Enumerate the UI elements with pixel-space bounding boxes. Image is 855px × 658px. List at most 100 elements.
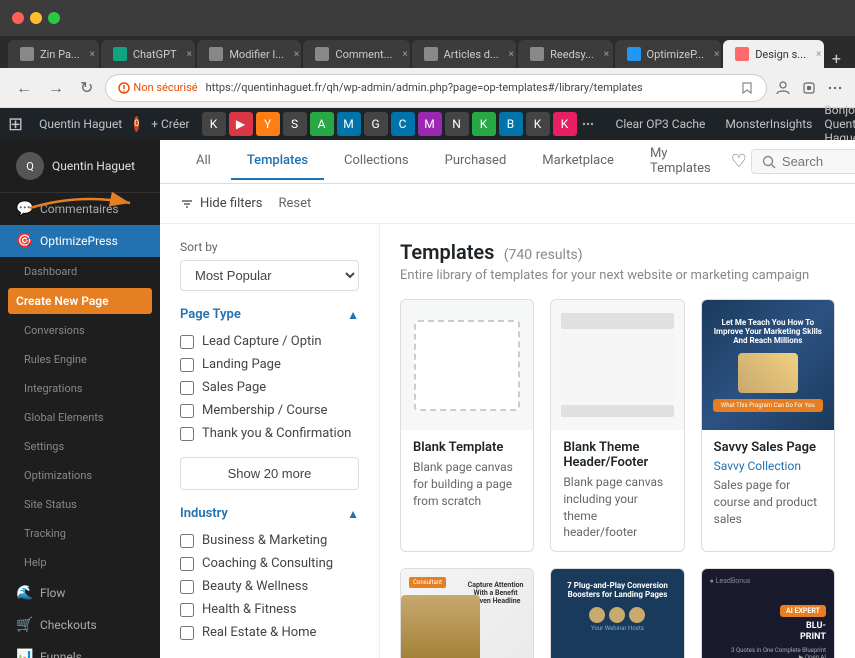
- toolbar-icon-4[interactable]: S: [283, 112, 307, 136]
- filter-option-lead-capture[interactable]: Lead Capture / Optin: [180, 330, 359, 353]
- extension-icon[interactable]: [801, 80, 817, 96]
- bookmark-icon[interactable]: [740, 81, 754, 95]
- more-toolbar-icon[interactable]: [580, 116, 596, 132]
- template-card-blank[interactable]: Blank Template Blank page canvas for bui…: [400, 299, 534, 552]
- user-icon[interactable]: [775, 80, 791, 96]
- wp-site-name[interactable]: Quentin Haguet: [31, 108, 130, 140]
- sidebar-item-help[interactable]: Help: [0, 548, 160, 577]
- toolbar-icon-14[interactable]: K: [553, 112, 577, 136]
- filter-checkbox[interactable]: [180, 335, 194, 349]
- filter-option-thankyou[interactable]: Thank you & Confirmation: [180, 422, 359, 445]
- wp-logo[interactable]: ⊞: [8, 114, 23, 135]
- sidebar-item-create-new-page[interactable]: Create New Page: [8, 288, 152, 314]
- back-button[interactable]: ←: [12, 74, 36, 102]
- tab-collections[interactable]: Collections: [328, 143, 425, 180]
- sidebar-item-conversions[interactable]: Conversions: [0, 316, 160, 345]
- tab-zinpa[interactable]: Zin Pa... ×: [8, 40, 99, 68]
- tab-close-icon[interactable]: ×: [402, 49, 407, 60]
- reset-button[interactable]: Reset: [279, 196, 312, 211]
- sidebar-item-settings[interactable]: Settings: [0, 432, 160, 461]
- sidebar-item-funnels[interactable]: 📊 Funnels: [0, 641, 160, 658]
- reload-button[interactable]: ↻: [76, 74, 97, 101]
- toolbar-icon-13[interactable]: K: [526, 112, 550, 136]
- search-input[interactable]: [782, 154, 855, 169]
- toolbar-icon-10[interactable]: N: [445, 112, 469, 136]
- tab-my-templates[interactable]: My Templates: [634, 140, 727, 188]
- tab-articles[interactable]: Articles d... ×: [412, 40, 517, 68]
- toolbar-icon-9[interactable]: M: [418, 112, 442, 136]
- new-tab-button[interactable]: +: [826, 49, 847, 68]
- tab-marketplace[interactable]: Marketplace: [526, 143, 630, 180]
- tab-close-icon[interactable]: ×: [90, 49, 95, 60]
- tab-optimizepress[interactable]: OptimizeP... ×: [615, 40, 722, 68]
- sidebar-item-tracking[interactable]: Tracking: [0, 519, 160, 548]
- search-box[interactable]: [751, 149, 855, 174]
- sidebar-item-integrations[interactable]: Integrations: [0, 374, 160, 403]
- filter-checkbox[interactable]: [180, 557, 194, 571]
- filter-checkbox[interactable]: [180, 427, 194, 441]
- template-card-conversion[interactable]: 7 Plug-and-Play Conversion Boosters for …: [550, 568, 684, 658]
- sidebar-item-optimizepress[interactable]: 🎯 OptimizePress: [0, 225, 160, 257]
- tab-design-active[interactable]: Design s... ×: [723, 40, 824, 68]
- toolbar-icon-8[interactable]: C: [391, 112, 415, 136]
- tab-close-icon[interactable]: ×: [604, 49, 609, 60]
- minimize-button[interactable]: [30, 12, 42, 24]
- favorites-heart-icon[interactable]: ♡: [731, 151, 747, 172]
- filter-checkbox[interactable]: [180, 626, 194, 640]
- url-bar[interactable]: Non sécurisé https://quentinhaguet.fr/qh…: [105, 74, 767, 102]
- sidebar-item-optimizations[interactable]: Optimizations: [0, 461, 160, 490]
- filter-checkbox[interactable]: [180, 603, 194, 617]
- toolbar-icon-12[interactable]: B: [499, 112, 523, 136]
- tab-chatgpt[interactable]: ChatGPT ×: [101, 40, 196, 68]
- close-button[interactable]: [12, 12, 24, 24]
- wp-insights-button[interactable]: MonsterInsights: [717, 108, 820, 140]
- filter-checkbox[interactable]: [180, 381, 194, 395]
- toolbar-icon-1[interactable]: K: [202, 112, 226, 136]
- tab-close-icon[interactable]: ×: [294, 49, 299, 60]
- tab-purchased[interactable]: Purchased: [429, 143, 523, 180]
- filter-checkbox[interactable]: [180, 358, 194, 372]
- toolbar-icon-5[interactable]: A: [310, 112, 334, 136]
- hide-filters-button[interactable]: Hide filters: [180, 196, 263, 211]
- tab-templates[interactable]: Templates: [231, 143, 324, 180]
- filter-option-sales-page[interactable]: Sales Page: [180, 376, 359, 399]
- tab-comment[interactable]: Comment... ×: [303, 40, 409, 68]
- tab-close-icon[interactable]: ×: [714, 49, 719, 60]
- maximize-button[interactable]: [48, 12, 60, 24]
- tab-close-icon[interactable]: ×: [509, 49, 514, 60]
- tab-all[interactable]: All: [180, 143, 227, 180]
- tab-close-icon[interactable]: ×: [187, 49, 192, 60]
- show-more-button[interactable]: Show 20 more: [180, 457, 359, 490]
- filter-checkbox[interactable]: [180, 534, 194, 548]
- wp-cache-button[interactable]: Clear OP3 Cache: [608, 108, 714, 140]
- toolbar-icon-11[interactable]: K: [472, 112, 496, 136]
- template-card-theme[interactable]: Blank Theme Header/Footer Blank page can…: [550, 299, 684, 552]
- industry-chevron-icon[interactable]: ▲: [347, 507, 359, 521]
- sort-select[interactable]: Most Popular Newest Oldest A-Z: [180, 260, 359, 291]
- template-card-capture[interactable]: Consultant Capture Attention With a Bene…: [400, 568, 534, 658]
- more-icon[interactable]: [827, 80, 843, 96]
- sidebar-item-checkouts[interactable]: 🛒 Checkouts: [0, 609, 160, 641]
- toolbar-icon-7[interactable]: G: [364, 112, 388, 136]
- template-card-ai[interactable]: ● LeadBonus AI EXPERT BLU-PRINT 3 Quotes…: [701, 568, 835, 658]
- wp-create-button[interactable]: + Créer: [143, 108, 197, 140]
- filter-option-membership[interactable]: Membership / Course: [180, 399, 359, 422]
- sidebar-item-sitestatus[interactable]: Site Status: [0, 490, 160, 519]
- filter-option-beauty[interactable]: Beauty & Wellness: [180, 575, 359, 598]
- template-card-savvy[interactable]: Let Me Teach You How To Improve Your Mar…: [701, 299, 835, 552]
- toolbar-icon-2[interactable]: ▶: [229, 112, 253, 136]
- filter-option-business[interactable]: Business & Marketing: [180, 529, 359, 552]
- sidebar-item-commentaires[interactable]: 💬 Commentaires: [0, 193, 160, 225]
- toolbar-icon-3[interactable]: Y: [256, 112, 280, 136]
- forward-button[interactable]: →: [44, 74, 68, 102]
- sidebar-item-global[interactable]: Global Elements: [0, 403, 160, 432]
- filter-option-landing-page[interactable]: Landing Page: [180, 353, 359, 376]
- sidebar-item-dashboard[interactable]: Dashboard: [0, 257, 160, 286]
- filter-option-coaching[interactable]: Coaching & Consulting: [180, 552, 359, 575]
- tab-reedsy[interactable]: Reedsy... ×: [518, 40, 612, 68]
- tab-modifier[interactable]: Modifier l... ×: [197, 40, 301, 68]
- filter-checkbox[interactable]: [180, 404, 194, 418]
- filter-option-health[interactable]: Health & Fitness: [180, 598, 359, 621]
- sidebar-item-flow[interactable]: 🌊 Flow: [0, 577, 160, 609]
- toolbar-icon-6[interactable]: M: [337, 112, 361, 136]
